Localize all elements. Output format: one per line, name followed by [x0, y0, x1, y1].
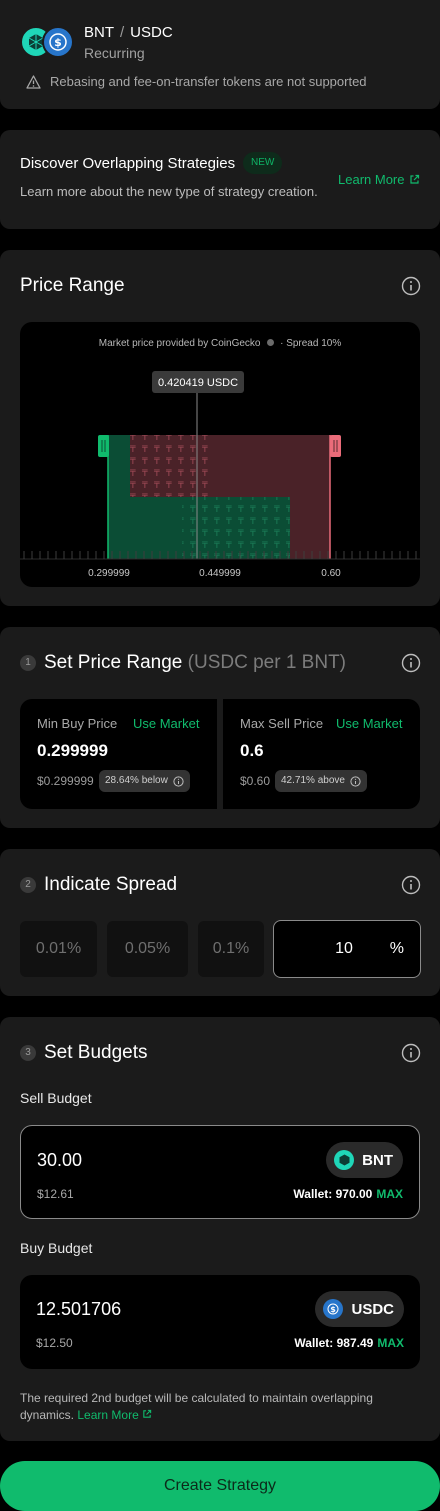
- sell-max-button[interactable]: MAX: [376, 1187, 403, 1201]
- max-sell-use-market-button[interactable]: Use Market: [336, 716, 402, 731]
- max-sell-price-box[interactable]: Max Sell Price Use Market 0.6 $0.60 42.7…: [223, 699, 420, 809]
- quote-token-label: USDC: [130, 24, 173, 41]
- pair-separator: /: [120, 24, 125, 41]
- spread-option-0.01[interactable]: 0.01%: [20, 921, 97, 977]
- external-link-icon: [143, 1409, 152, 1418]
- create-strategy-button[interactable]: Create Strategy: [0, 1461, 440, 1511]
- bnt-token-icon: [334, 1150, 355, 1170]
- percent-symbol: %: [389, 940, 404, 957]
- min-buy-value[interactable]: 0.299999: [37, 741, 108, 761]
- warning-text: Rebasing and fee-on-transfer tokens are …: [50, 74, 367, 89]
- set-price-range-title: Set Price Range (USDC per 1 BNT): [44, 652, 346, 674]
- caption-spread: Spread 10%: [286, 338, 342, 349]
- info-icon[interactable]: [350, 775, 361, 787]
- discover-learn-more-link[interactable]: Learn More: [338, 172, 420, 187]
- sell-budget-usd: $12.61: [37, 1187, 74, 1201]
- set-price-range-label: Set Price Range: [44, 652, 183, 673]
- sell-wallet-text: Wallet: 970.00: [293, 1187, 373, 1201]
- spread-option-0.05[interactable]: 0.05%: [107, 921, 188, 977]
- buy-max-button[interactable]: MAX: [377, 1336, 404, 1350]
- budget-note: The required 2nd budget will be calculat…: [20, 1390, 420, 1424]
- sell-wallet-balance: Wallet: 970.00 MAX: [293, 1187, 403, 1201]
- tick-label-min: 0.299999: [88, 568, 130, 579]
- buy-area: [108, 435, 130, 559]
- sell-token-symbol: BNT: [362, 1151, 393, 1169]
- min-buy-handle[interactable]: [98, 435, 109, 457]
- buy-wallet-balance: Wallet: 987.49 MAX: [294, 1336, 404, 1350]
- caption-source: Market price provided by CoinGecko: [98, 338, 261, 349]
- price-range-chart[interactable]: ₸ ₸ 0.420419 USDC 0.299999 0.449999 0.60: [20, 322, 420, 587]
- tick-label-max: 0.60: [321, 568, 341, 579]
- pair-name: BNT / USDC: [84, 24, 173, 41]
- spread-title: Indicate Spread: [44, 874, 178, 895]
- usdc-token-icon: $: [323, 1299, 344, 1319]
- budgets-card: [0, 1017, 440, 1441]
- spread-option-0.1[interactable]: 0.1%: [198, 921, 264, 977]
- buy-token-symbol: USDC: [351, 1300, 394, 1318]
- strategy-type: Recurring: [84, 45, 145, 61]
- svg-text:$: $: [54, 36, 62, 49]
- buy-budget-usd: $12.50: [36, 1336, 73, 1350]
- max-sell-pct-badge: 42.71% above: [275, 770, 367, 792]
- max-sell-pct: 42.71% above: [281, 775, 345, 786]
- step-2-badge: 2: [20, 877, 36, 893]
- coingecko-icon: [267, 339, 275, 346]
- sell-area-overlap: [130, 435, 212, 497]
- info-icon[interactable]: [173, 775, 184, 787]
- market-price-label: 0.420419 USDC: [158, 377, 238, 389]
- usdc-token-icon: $: [42, 26, 74, 58]
- buy-budget-value[interactable]: 12.501706: [36, 1299, 121, 1320]
- info-icon[interactable]: [401, 1043, 421, 1063]
- min-buy-price-box[interactable]: Min Buy Price Use Market 0.299999 $0.299…: [20, 699, 217, 809]
- sell-budget-input[interactable]: 30.00 $12.61 BNT Wallet: 970.00 MAX: [20, 1125, 420, 1219]
- learn-more-label: Learn More: [338, 172, 405, 187]
- svg-text:$: $: [331, 1305, 337, 1314]
- buy-token-chip: $ USDC: [315, 1291, 404, 1327]
- budget-learn-more-label: Learn More: [77, 1408, 139, 1422]
- min-buy-pct: 28.64% below: [105, 775, 168, 786]
- price-range-title: Price Range: [20, 275, 125, 296]
- min-buy-label: Min Buy Price: [37, 716, 118, 731]
- caption-dot: ·: [280, 338, 284, 349]
- pair-header: $ BNT / USDC Recurring Rebasing and fee-on…: [0, 0, 440, 109]
- buy-wallet-text: Wallet: 987.49: [294, 1336, 374, 1350]
- min-buy-use-market-button[interactable]: Use Market: [133, 716, 199, 731]
- discover-title: Discover Overlapping Strategies: [20, 155, 236, 172]
- sell-token-chip: BNT: [326, 1142, 403, 1178]
- sell-budget-label: Sell Budget: [20, 1090, 92, 1106]
- discover-subtitle: Learn more about the new type of strateg…: [20, 184, 318, 199]
- sell-area-lower: [290, 497, 330, 559]
- sell-budget-value[interactable]: 30.00: [37, 1150, 82, 1171]
- step-1-badge: 1: [20, 655, 36, 671]
- base-token-label: BNT: [84, 24, 114, 41]
- max-sell-handle[interactable]: [330, 435, 341, 457]
- new-badge: NEW: [243, 152, 283, 174]
- max-sell-usd: $0.60: [240, 774, 271, 788]
- info-icon[interactable]: [401, 653, 421, 673]
- warning-icon: [26, 74, 41, 89]
- max-sell-label: Max Sell Price: [240, 716, 324, 731]
- price-range-svg: ₸ ₸ 0.420419 USDC 0.299999 0.449999 0.60: [20, 371, 420, 579]
- min-buy-pct-badge: 28.64% below: [99, 770, 190, 792]
- buy-budget-label: Buy Budget: [20, 1240, 93, 1256]
- token-logos: $: [20, 26, 74, 58]
- budget-note-text: The required 2nd budget will be calculat…: [20, 1391, 373, 1422]
- custom-spread-input[interactable]: 10 %: [273, 920, 421, 978]
- info-icon[interactable]: [401, 875, 421, 895]
- external-link-icon: [410, 174, 420, 184]
- info-icon[interactable]: [401, 276, 421, 296]
- chart-caption: Market price provided by CoinGecko · Spr…: [0, 338, 440, 349]
- buy-budget-input[interactable]: 12.501706 $12.50 $ USDC Wallet: 987.49 MA…: [20, 1275, 420, 1369]
- tick-label-mid: 0.449999: [199, 568, 241, 579]
- buy-area-overlap: [182, 497, 290, 559]
- min-buy-usd: $0.299999: [37, 774, 94, 788]
- price-unit-suffix: (USDC per 1 BNT): [187, 652, 346, 673]
- max-sell-value[interactable]: 0.6: [240, 741, 264, 761]
- budget-learn-more-link[interactable]: Learn More: [77, 1408, 152, 1422]
- token-warning: Rebasing and fee-on-transfer tokens are …: [26, 74, 367, 89]
- step-3-badge: 3: [20, 1045, 36, 1061]
- budgets-title: Set Budgets: [44, 1042, 148, 1063]
